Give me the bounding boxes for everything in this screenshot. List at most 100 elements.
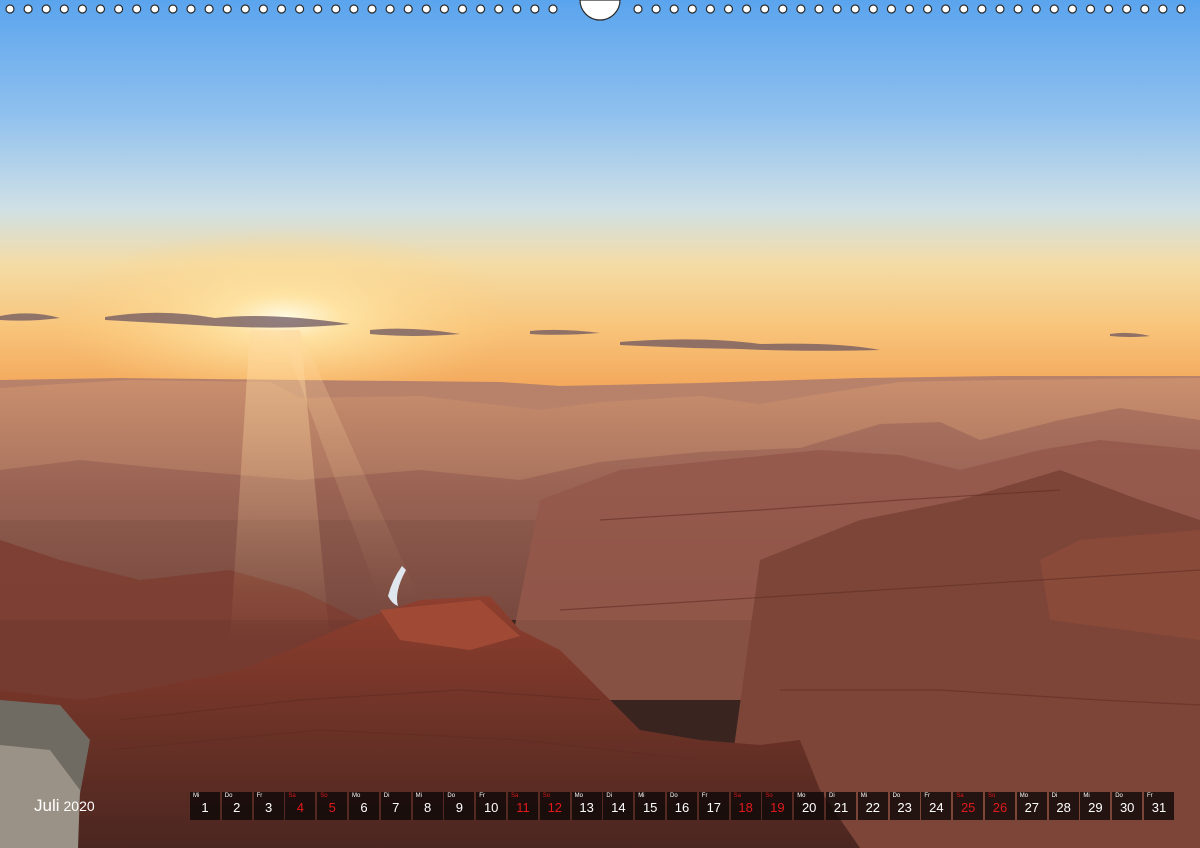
- calendar-page: Juli 2020 Mi 1 Do 2 Fr 3 Sa 4 So 5 Mo 6 Di 7 Mi 8 Do 9 Fr 10…: [0, 0, 1200, 848]
- weekday-abbrev: Do: [1115, 793, 1123, 799]
- day-cell: Di 21: [826, 792, 856, 820]
- day-cell: Do 2: [221, 792, 252, 820]
- day-number: 22: [865, 800, 881, 815]
- binding-hole: [113, 4, 124, 14]
- binding-hole: [476, 4, 486, 14]
- day-number: 8: [423, 800, 432, 815]
- day-number: 12: [547, 800, 563, 815]
- weekday-abbrev: Mi: [860, 793, 868, 799]
- day-number: 14: [611, 800, 626, 815]
- binding-hole: [760, 4, 770, 14]
- year-number: 2020: [63, 798, 95, 814]
- binding-hole: [367, 4, 377, 14]
- binding-hole: [904, 4, 915, 14]
- day-cell: Mi 1: [190, 792, 220, 820]
- weekday-abbrev: Do: [892, 793, 901, 799]
- day-cell: Di 14: [603, 792, 634, 820]
- binding-holes: [5, 0, 1186, 21]
- binding-hole: [868, 4, 878, 14]
- day-cell: Sa 11: [508, 792, 538, 820]
- binding-hole: [258, 4, 268, 14]
- day-number: 13: [579, 800, 594, 815]
- binding-hole: [331, 4, 341, 14]
- day-number: 27: [1024, 800, 1040, 815]
- day-cell: Mi 29: [1080, 792, 1111, 820]
- day-cell: Fr 31: [1144, 792, 1174, 820]
- binding-hole: [1085, 4, 1096, 14]
- day-number: 31: [1151, 800, 1167, 815]
- day-cell: Do 30: [1112, 792, 1143, 820]
- binding-hole: [77, 4, 88, 14]
- binding-hole: [494, 4, 504, 14]
- binding-hole: [204, 4, 214, 14]
- weekday-abbrev: Fr: [701, 793, 708, 799]
- binding-hole: [276, 4, 287, 14]
- weekday-abbrev: So: [988, 793, 996, 799]
- binding-hole: [41, 4, 51, 14]
- day-cell: Di 28: [1048, 792, 1079, 820]
- day-number: 9: [455, 800, 463, 815]
- weekday-abbrev: Di: [383, 793, 390, 799]
- weekday-abbrev: Di: [829, 793, 835, 799]
- binding-hole: [59, 4, 69, 14]
- day-cell: So 26: [985, 792, 1015, 820]
- binding-hole: [850, 4, 860, 14]
- binding-hole: [5, 4, 15, 14]
- binding-hole: [1122, 4, 1132, 14]
- canyon-sunset-photo: [0, 0, 1200, 848]
- day-cell: So 12: [539, 792, 570, 820]
- day-number: 28: [1056, 800, 1071, 815]
- day-cell: Fr 24: [921, 792, 952, 820]
- weekday-abbrev: Fr: [924, 793, 931, 799]
- binding-hole: [349, 4, 359, 14]
- weekday-abbrev: Mi: [415, 793, 422, 799]
- day-cell: Sa 18: [730, 792, 761, 820]
- binding-hole: [403, 4, 413, 14]
- binding-hole: [1158, 4, 1168, 14]
- weekday-abbrev: Di: [606, 793, 613, 799]
- day-number: 24: [929, 800, 944, 815]
- day-cell: Fr 10: [476, 792, 507, 820]
- weekday-abbrev: Mo: [1019, 793, 1029, 799]
- day-number: 10: [483, 800, 499, 815]
- binding-hole: [651, 4, 661, 14]
- binding-hole: [150, 4, 160, 14]
- day-cell: So 19: [762, 792, 793, 820]
- weekday-abbrev: So: [765, 793, 773, 799]
- day-cell: Fr 17: [698, 792, 729, 820]
- day-cell: Mo 13: [571, 792, 602, 820]
- weekday-abbrev: Mi: [638, 793, 645, 799]
- day-number: 30: [1119, 800, 1135, 815]
- day-cell: So 5: [317, 792, 348, 820]
- day-cell: Fr 3: [253, 792, 284, 820]
- day-number: 17: [706, 800, 722, 815]
- day-number: 20: [801, 800, 817, 815]
- binding-hole: [439, 4, 449, 14]
- binding-hole: [1103, 4, 1114, 14]
- binding-hole: [240, 4, 250, 14]
- binding-hole: [1031, 4, 1041, 14]
- day-cell: Di 7: [380, 792, 411, 820]
- day-cell: Do 23: [889, 792, 920, 820]
- binding-hole: [778, 4, 788, 14]
- day-number: 29: [1088, 800, 1103, 815]
- weekday-abbrev: Mo: [574, 793, 583, 799]
- weekday-abbrev: Fr: [479, 793, 485, 799]
- day-cell: Mo 27: [1016, 792, 1047, 820]
- binding-hole: [922, 4, 933, 14]
- weekday-abbrev: Fr: [256, 793, 263, 799]
- binding-hole: [669, 4, 679, 14]
- day-cell: Mo 20: [794, 792, 825, 820]
- binding-hole: [1176, 4, 1186, 14]
- day-cell: Do 9: [444, 792, 475, 820]
- day-number: 4: [296, 800, 304, 815]
- binding-hole: [186, 4, 196, 14]
- day-number: 18: [738, 800, 753, 815]
- weekday-abbrev: Sa: [956, 793, 964, 799]
- day-number: 2: [233, 800, 241, 815]
- binding-hole: [687, 4, 697, 14]
- binding-hole: [23, 4, 33, 14]
- month-year-label: Juli 2020: [34, 796, 95, 816]
- hanger-notch: [579, 0, 621, 21]
- binding-hole: [1140, 4, 1150, 14]
